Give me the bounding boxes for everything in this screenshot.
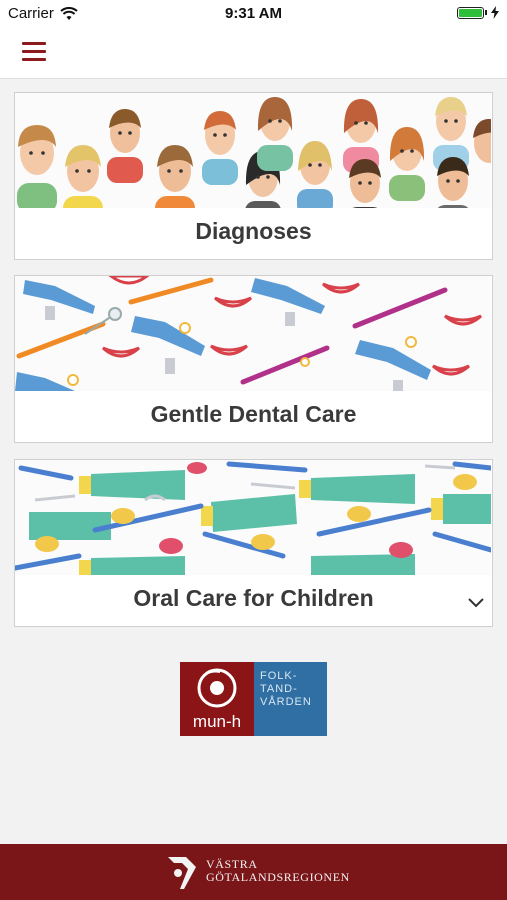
card-title: Gentle Dental Care [150,401,357,427]
mun-h-logo: mun-h [180,662,254,736]
vastra-gotalandsregionen-label: VÄSTRA GÖTALANDSREGIONEN [206,858,350,884]
mun-h-emblem-icon [197,668,237,708]
nav-bar [0,28,507,79]
footer-line-2: GÖTALANDSREGIONEN [206,870,350,884]
card-gentle-dental-care[interactable]: Gentle Dental Care [14,275,493,443]
mun-h-label: mun-h [192,712,242,731]
status-right [457,6,499,19]
logo-line-3: VÅRDEN [260,696,312,708]
mun-h-folktandvarden-logo: mun-h FOLK- TAND- VÅRDEN [180,662,327,736]
folktandvarden-logo: FOLK- TAND- VÅRDEN [254,662,327,736]
charging-bolt-icon [491,6,499,19]
logo-line-2: TAND- [260,683,298,695]
dental-chairs-mouths-toothbrushes-illustration [15,276,491,391]
vastra-gotalandsregionen-logo-icon [168,857,196,889]
chevron-down-icon[interactable] [468,598,484,608]
children-faces-illustration [15,93,491,208]
toothpaste-toothbrushes-pacifiers-illustration [15,460,491,575]
status-time: 9:31 AM [225,5,282,22]
card-title: Diagnoses [195,218,312,244]
card-title: Oral Care for Children [133,585,374,611]
card-oral-care-for-children[interactable]: Oral Care for Children [14,459,493,627]
battery-nub [485,10,487,15]
hamburger-icon[interactable] [22,42,46,62]
logo-line-1: FOLK- [260,670,298,682]
battery-icon [457,6,484,19]
card-diagnoses[interactable]: Diagnoses [14,92,493,260]
status-bar: Carrier 9:31 AM [0,0,507,28]
footer: VÄSTRA GÖTALANDSREGIONEN [0,844,507,900]
